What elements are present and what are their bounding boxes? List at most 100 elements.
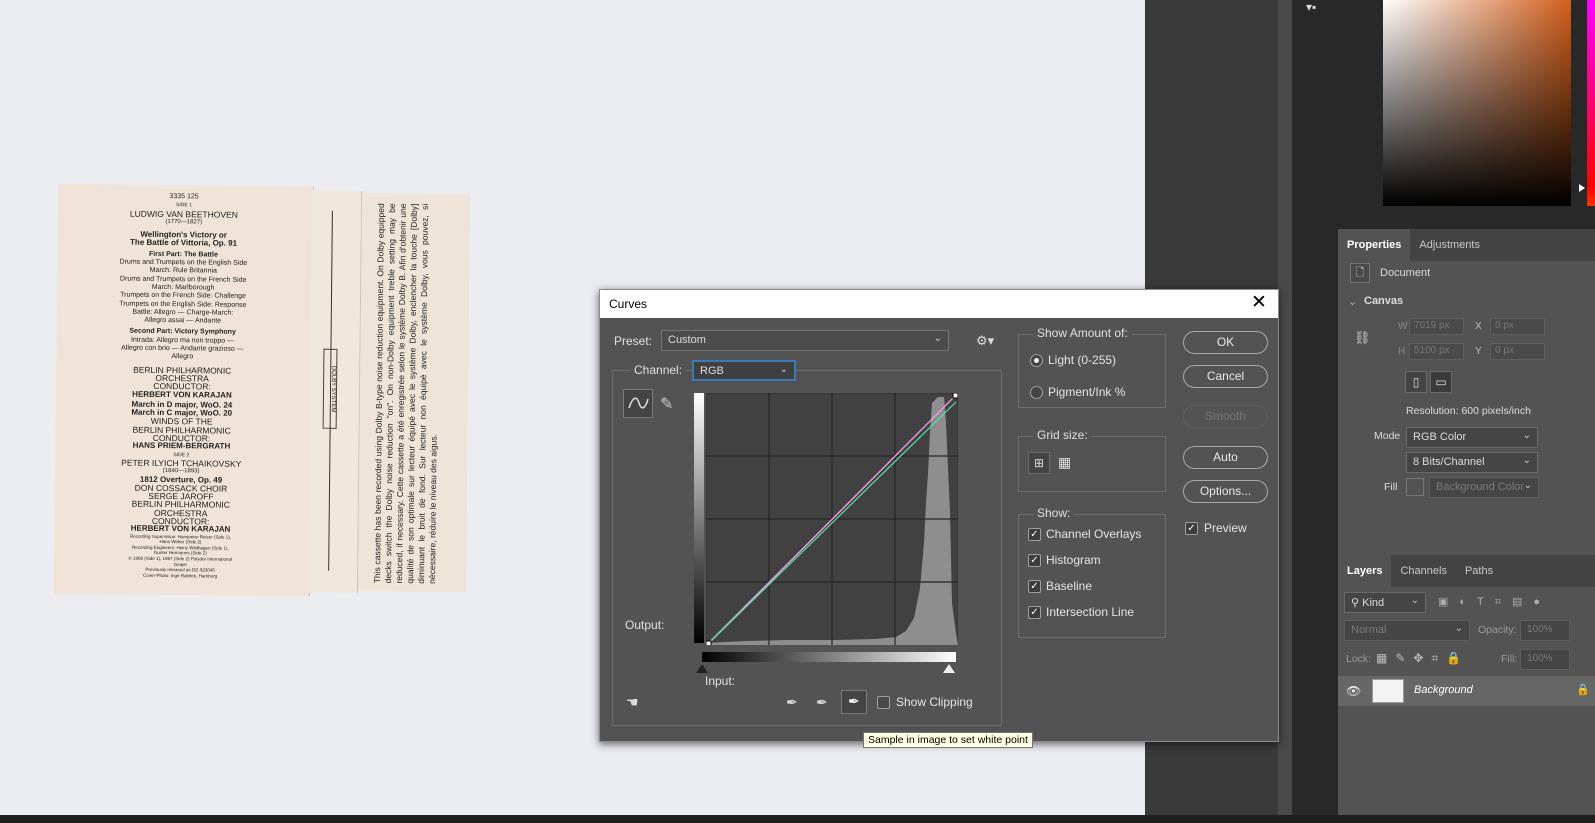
x-field[interactable]: 0 px — [1490, 318, 1545, 335]
layers-panel: Layers Channels Paths ⚲ Kind ⌄ ▣◐T⌗▤● Nor… — [1338, 555, 1595, 815]
tab-properties[interactable]: Properties — [1338, 229, 1411, 261]
black-point-slider[interactable] — [696, 664, 708, 673]
pencil-icon[interactable]: ✎ — [660, 394, 673, 414]
chevron-down-icon: ⌄ — [933, 333, 942, 344]
layer-filter-icons[interactable]: ▣◐T⌗▤● — [1438, 595, 1551, 609]
input-gradient — [702, 652, 956, 662]
tab-layers[interactable]: Layers — [1338, 555, 1392, 587]
portrait-orientation-icon[interactable]: ▯ — [1405, 371, 1427, 393]
curve-tool-icon — [628, 397, 649, 409]
hue-slider[interactable] — [1587, 0, 1595, 206]
smooth-button[interactable]: Smooth — [1183, 405, 1268, 428]
canvas-collapse-icon[interactable]: ⌄ — [1348, 295, 1357, 308]
tab-paths[interactable]: Paths — [1456, 555, 1502, 587]
show-clipping-checkbox[interactable] — [877, 696, 890, 709]
layer-fill-field[interactable]: 100% — [1520, 649, 1570, 670]
grid-detailed-icon[interactable]: ▦ — [1058, 454, 1071, 471]
fill-value: Background Color — [1436, 481, 1525, 493]
y-field[interactable]: 0 px — [1490, 343, 1545, 360]
lock-icon: 🔒 — [1576, 684, 1590, 696]
mode-label: Mode — [1374, 430, 1401, 442]
fill-select[interactable]: Background Color ⌄ — [1429, 477, 1539, 498]
preset-select[interactable]: Custom ⌄ — [661, 330, 949, 351]
histogram-checkbox[interactable]: ✓ — [1028, 554, 1041, 567]
dialog-titlebar[interactable]: Curves — [600, 290, 1278, 318]
cassette-insert-image: 3335 125 SIDE 1 LUDWIG VAN BEETHOVEN (17… — [46, 183, 471, 602]
visibility-eye-icon[interactable]: 👁 — [1346, 684, 1361, 698]
curves-graph[interactable] — [706, 393, 958, 645]
tab-channels[interactable]: Channels — [1391, 555, 1455, 587]
insert-notes: This cassette has been recorded using Do… — [372, 203, 439, 584]
properties-tabbar: Properties Adjustments — [1338, 229, 1595, 261]
channel-label: Channel: — [630, 363, 687, 377]
tab-adjustments[interactable]: Adjustments — [1410, 229, 1489, 261]
bit-depth-value: 8 Bits/Channel — [1413, 456, 1485, 468]
gear-icon[interactable]: ⚙▾ — [976, 333, 994, 349]
layer-kind-filter[interactable]: ⚲ Kind ⌄ — [1344, 592, 1426, 613]
intersection-line-checkbox[interactable]: ✓ — [1028, 606, 1041, 619]
document-icon: 🗋 — [1350, 263, 1370, 283]
pigment-radio[interactable] — [1030, 386, 1043, 399]
black-eyedropper-icon[interactable]: ✒ — [786, 694, 798, 711]
channel-value: RGB — [700, 365, 724, 377]
white-eyedropper-button[interactable]: ✒ — [841, 690, 867, 714]
kind-value: Kind — [1362, 597, 1385, 609]
color-picker-field[interactable] — [1383, 0, 1571, 206]
auto-button[interactable]: Auto — [1183, 446, 1268, 469]
landscape-orientation-icon[interactable]: ▭ — [1430, 371, 1452, 393]
preset-label: Preset: — [614, 334, 653, 348]
intersection-line-label: Intersection Line — [1046, 605, 1135, 619]
y-label: Y — [1475, 346, 1482, 357]
light-radio[interactable] — [1030, 354, 1043, 367]
curve-point-black — [706, 640, 712, 645]
chevron-down-icon: ⌄ — [1522, 430, 1531, 441]
preview-checkbox[interactable]: ✓ — [1185, 522, 1198, 535]
link-icon[interactable]: ⛓ — [1354, 330, 1371, 346]
fill-label: Fill: — [1501, 653, 1518, 665]
layer-row-background[interactable]: 👁 Background 🔒 — [1338, 676, 1595, 706]
chevron-down-icon: ⌄ — [1454, 623, 1463, 634]
grid-simple-icon[interactable]: ⊞ — [1028, 452, 1050, 474]
close-icon[interactable]: ✕ — [1248, 292, 1270, 314]
layer-thumbnail — [1372, 679, 1404, 703]
status-bar — [0, 815, 1595, 823]
channel-overlays-label: Channel Overlays — [1046, 527, 1142, 541]
light-label: Light (0-255) — [1048, 353, 1117, 367]
histogram-label: Histogram — [1046, 553, 1101, 567]
chevron-down-icon: ⌄ — [1522, 455, 1531, 466]
panel-collapse-icon[interactable]: ▾▪ — [1306, 0, 1328, 14]
insert-credit: Cover-Photo: Inge Rabitek, Hamburg — [143, 572, 218, 579]
fill-swatch[interactable] — [1406, 478, 1424, 496]
opacity-field[interactable]: 100% — [1520, 620, 1570, 641]
insert-spine: DOLBY SYSTEM — [307, 190, 363, 594]
insert-notes-panel: This cassette has been recorded using Do… — [357, 193, 471, 593]
mode-select[interactable]: RGB Color ⌄ — [1406, 427, 1538, 448]
gray-eyedropper-icon[interactable]: ✒ — [816, 694, 828, 711]
width-field[interactable]: 7019 px — [1409, 318, 1464, 335]
hue-slider-marker[interactable] — [1579, 184, 1585, 192]
height-field[interactable]: 5100 px — [1409, 343, 1464, 360]
lock-icons[interactable]: ▦✎✥⌗🔒 — [1376, 651, 1469, 666]
curve-point-tool[interactable] — [623, 389, 653, 418]
white-point-slider[interactable] — [943, 664, 955, 673]
layer-name: Background — [1414, 684, 1473, 696]
output-gradient — [694, 393, 704, 643]
baseline-checkbox[interactable]: ✓ — [1028, 580, 1041, 593]
show-amount-title: Show Amount of: — [1033, 326, 1132, 340]
properties-panel: Properties Adjustments 🗋 Document ⌄ Canv… — [1338, 229, 1595, 555]
pigment-label: Pigment/Ink % — [1048, 385, 1126, 399]
options-button[interactable]: Options... — [1183, 480, 1268, 503]
opacity-label: Opacity: — [1478, 624, 1517, 636]
on-image-adjust-icon[interactable]: ☚ — [626, 694, 639, 711]
preview-label: Preview — [1204, 521, 1247, 535]
layers-tabbar: Layers Channels Paths — [1338, 555, 1595, 587]
blend-mode-select[interactable]: Normal ⌄ — [1344, 620, 1470, 641]
dolby-logo: DOLBY SYSTEM — [322, 348, 338, 429]
cancel-button[interactable]: Cancel — [1183, 365, 1268, 388]
channel-overlays-checkbox[interactable]: ✓ — [1028, 528, 1041, 541]
blend-value: Normal — [1351, 624, 1387, 636]
ok-button[interactable]: OK — [1183, 331, 1268, 354]
bit-depth-select[interactable]: 8 Bits/Channel ⌄ — [1406, 452, 1538, 473]
mode-value: RGB Color — [1413, 431, 1467, 443]
channel-select[interactable]: RGB ⌄ — [692, 360, 796, 381]
